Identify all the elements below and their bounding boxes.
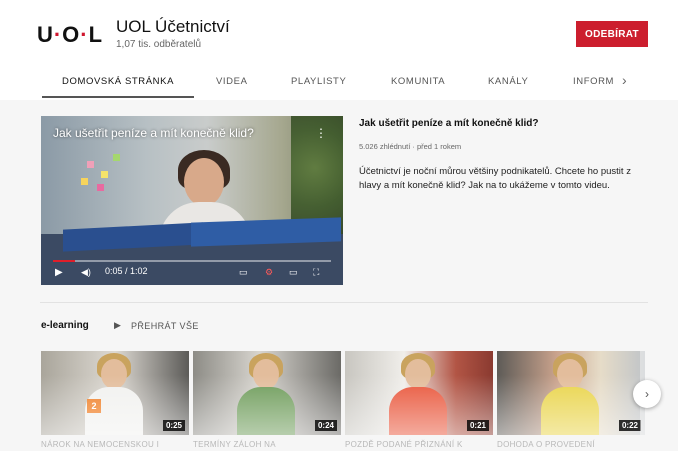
channel-header: U·O·L UOL Účetnictví 1,07 tis. odběratel… xyxy=(0,0,678,100)
playlist-thumbnail[interactable]: 0:22 xyxy=(497,351,645,435)
volume-icon[interactable]: ◀) xyxy=(81,267,91,278)
presenter-face xyxy=(184,158,224,206)
video-duration: 0:25 xyxy=(162,420,185,431)
tab-videos[interactable]: VIDEA xyxy=(216,76,248,87)
subscribe-button[interactable]: ODEBÍRAT xyxy=(576,21,648,47)
playlist-item-title[interactable]: NÁROK NA NEMOCENSKOU I xyxy=(41,440,159,449)
sticky-note xyxy=(81,178,88,185)
tab-channels[interactable]: KANÁLY xyxy=(488,76,528,87)
sticky-note xyxy=(101,171,108,178)
playlist-item-title[interactable]: TERMÍNY ZÁLOH NA xyxy=(193,440,276,449)
video-overlay-title[interactable]: Jak ušetřit peníze a mít konečně klid? xyxy=(53,126,254,140)
video-time: 0:05 / 1:02 xyxy=(105,266,148,276)
sticky-note xyxy=(87,161,94,168)
playlist-thumbnail[interactable]: 2 0:25 xyxy=(41,351,189,435)
section-divider xyxy=(40,302,648,303)
playlist-thumbnail[interactable]: 0:24 xyxy=(193,351,341,435)
settings-icon[interactable]: ⚙ xyxy=(265,267,273,278)
sticky-note xyxy=(97,184,104,191)
playlist-item-title[interactable]: POZDĚ PODANÉ PŘIZNÁNÍ K xyxy=(345,440,463,449)
featured-video-description: Účetnictví je noční můrou většiny podnik… xyxy=(359,166,631,191)
tab-playlists[interactable]: PLAYLISTY xyxy=(291,76,346,87)
playlist-item-title[interactable]: DOHODA O PROVEDENÍ xyxy=(497,440,595,449)
tab-about[interactable]: INFORM xyxy=(573,76,614,87)
playlist-title[interactable]: e-learning xyxy=(41,320,89,331)
channel-logo[interactable]: U·O·L xyxy=(30,16,110,54)
sticky-note xyxy=(113,154,120,161)
subscriber-count: 1,07 tis. odběratelů xyxy=(116,39,202,50)
cast-icon[interactable]: ▭ xyxy=(289,267,298,278)
channel-name[interactable]: UOL Účetnictví xyxy=(116,17,230,37)
video-progress-fill xyxy=(53,260,76,262)
featured-video-meta: 5.026 zhlédnutí · před 1 rokem xyxy=(359,142,462,151)
video-duration: 0:21 xyxy=(466,420,489,431)
chevron-right-icon[interactable]: › xyxy=(622,72,627,88)
play-all-button[interactable]: PŘEHRÁT VŠE xyxy=(131,321,199,331)
playlist-thumbnail[interactable]: 0:21 xyxy=(345,351,493,435)
chevron-right-icon[interactable]: › xyxy=(633,380,661,408)
more-vert-icon[interactable]: ⋮ xyxy=(315,126,327,140)
fullscreen-icon[interactable]: ⛶ xyxy=(313,267,319,278)
play-all-icon[interactable]: ▶ xyxy=(114,320,121,331)
video-progress-bar[interactable] xyxy=(53,260,331,262)
video-duration: 0:24 xyxy=(314,420,337,431)
tab-home[interactable]: DOMOVSKÁ STRÁNKA xyxy=(62,76,174,87)
tab-community[interactable]: KOMUNITA xyxy=(391,76,445,87)
featured-video-title[interactable]: Jak ušetřit peníze a mít konečně klid? xyxy=(359,118,539,129)
play-icon[interactable]: ▶ xyxy=(55,267,63,278)
video-duration: 0:22 xyxy=(618,420,641,431)
logo-text: U·O·L xyxy=(36,22,104,47)
active-tab-indicator xyxy=(42,96,194,98)
subtitles-icon[interactable]: ▭ xyxy=(239,267,248,278)
featured-video-player[interactable]: Jak ušetřit peníze a mít konečně klid? ⋮… xyxy=(41,116,343,285)
